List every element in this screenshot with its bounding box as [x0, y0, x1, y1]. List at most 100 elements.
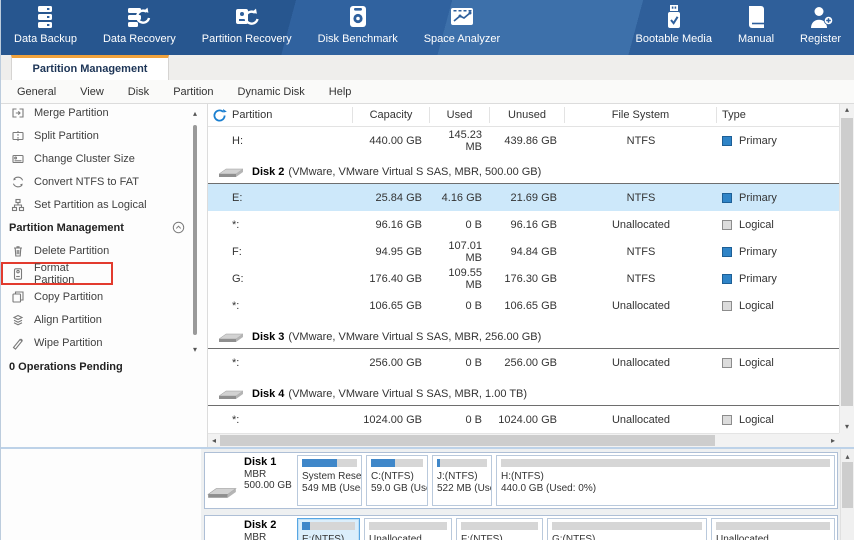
column-header-partition[interactable]: Partition [208, 107, 353, 123]
delete-partition-icon [14, 245, 22, 257]
disk-style: MBR [244, 532, 267, 540]
main-area: Merge Partition Split Partition Change C… [1, 104, 854, 447]
toolbar-item-register[interactable]: Register [787, 0, 854, 45]
column-header-unused[interactable]: Unused [490, 107, 565, 123]
table-row-partition-e-selected[interactable]: E: 25.84 GB 4.16 GB 21.69 GB NTFS Primar… [208, 184, 839, 211]
bottom-left-spacer [1, 449, 201, 540]
usage-bar [716, 522, 830, 530]
partition-block-j[interactable]: J:(NTFS) 522 MB (Usec [432, 455, 492, 506]
merge-partition-icon [12, 107, 24, 118]
partition-block-unallocated-2[interactable]: Unallocated [711, 518, 835, 540]
toolbar-label: Register [800, 33, 841, 45]
logical-type-square [722, 300, 732, 311]
column-header-file-system[interactable]: File System [565, 107, 717, 123]
toolbar-item-partition-recovery[interactable]: Partition Recovery [189, 0, 305, 45]
scroll-down-icon[interactable]: ▾ [189, 345, 201, 355]
partition-block-c[interactable]: C:(NTFS) 59.0 GB (Usec [366, 455, 428, 506]
column-header-capacity[interactable]: Capacity [353, 107, 430, 123]
sidebar-scrollbar-thumb[interactable] [193, 125, 197, 335]
disk-map-row-disk-1[interactable]: Disk 1 MBR 500.00 GB System Reser 549 MB… [204, 452, 838, 509]
partition-recovery-icon [234, 4, 260, 30]
table-row-disk-3[interactable]: Disk 3 (VMware, VMware Virtual S SAS, MB… [208, 319, 839, 349]
partition-table: Partition Capacity Used Unused File Syst… [208, 104, 839, 433]
table-row-partition-unallocated-1[interactable]: *: 96.16 GB 0 B 96.16 GB Unallocated Log… [208, 211, 839, 238]
table-row-disk-2[interactable]: Disk 2 (VMware, VMware Virtual S SAS, MB… [208, 154, 839, 184]
toolbar-item-space-analyzer[interactable]: Space Analyzer [411, 0, 513, 45]
disk-1-partitions: System Reser 549 MB (Usec C:(NTFS) 59.0 … [295, 453, 837, 508]
toolbar-label: Bootable Media [635, 33, 712, 45]
chevron-up-icon[interactable] [172, 221, 185, 234]
partition-block-unallocated-1[interactable]: Unallocated [364, 518, 452, 540]
sidebar-item-label: Align Partition [34, 313, 102, 326]
column-header-type[interactable]: Type [717, 107, 839, 123]
menu-dynamic-disk[interactable]: Dynamic Disk [226, 83, 317, 101]
operations-pending-status: 0 Operations Pending [9, 361, 123, 373]
table-row-partition-unallocated-3[interactable]: *: 256.00 GB 0 B 256.00 GB Unallocated L… [208, 349, 839, 376]
table-horizontal-scrollbar[interactable]: ◂ ▸ [208, 433, 839, 447]
sidebar-item-format-partition[interactable]: Format Partition [1, 262, 113, 286]
sidebar-scrollbar[interactable]: ▴ ▾ [189, 107, 201, 447]
table-row-disk-4[interactable]: Disk 4 (VMware, VMware Virtual S SAS, MB… [208, 376, 839, 406]
toolbar-item-manual[interactable]: Manual [725, 0, 787, 45]
tab-partition-management[interactable]: Partition Management [11, 55, 169, 80]
partition-block-h[interactable]: H:(NTFS) 440.0 GB (Used: 0%) [496, 455, 835, 506]
disk-map-scrollbar[interactable]: ▴ [840, 449, 854, 540]
table-row-partition-unallocated-4[interactable]: *: 1024.00 GB 0 B 1024.00 GB Unallocated… [208, 406, 839, 433]
partition-block-g[interactable]: G:(NTFS) [547, 518, 707, 540]
table-vertical-scrollbar[interactable]: ▴ ▾ [839, 104, 854, 433]
table-row-partition-unallocated-2[interactable]: *: 106.65 GB 0 B 106.65 GB Unallocated L… [208, 292, 839, 319]
partition-block-system-reserved[interactable]: System Reser 549 MB (Usec [297, 455, 362, 506]
primary-type-square [722, 246, 732, 257]
usage-bar [437, 459, 487, 467]
sidebar-item-merge-partition[interactable]: Merge Partition [1, 104, 207, 124]
sidebar-section-partition-management[interactable]: Partition Management [1, 216, 207, 239]
disk-map-row-disk-2[interactable]: Disk 2 MBR E:(NTFS) Unallocated F:(NTFS)… [204, 515, 838, 540]
refresh-icon[interactable] [212, 108, 227, 123]
scroll-left-icon[interactable]: ◂ [208, 434, 220, 447]
scroll-down-icon[interactable]: ▾ [840, 421, 854, 433]
table-row-partition-g[interactable]: G: 176.40 GB 109.55 MB 176.30 GB NTFS Pr… [208, 265, 839, 292]
menu-partition[interactable]: Partition [161, 83, 225, 101]
table-vertical-scrollbar-thumb[interactable] [841, 118, 853, 406]
sidebar-item-label: Set Partition as Logical [34, 198, 147, 211]
scroll-up-icon[interactable]: ▴ [840, 104, 854, 116]
sidebar-item-label: Merge Partition [34, 106, 109, 119]
logical-type-square [722, 414, 732, 425]
disk-map-scrollbar-thumb[interactable] [842, 462, 853, 508]
disk-map-panel: Disk 1 MBR 500.00 GB System Reser 549 MB… [1, 447, 854, 540]
column-header-used[interactable]: Used [430, 107, 490, 123]
usage-bar [302, 522, 355, 530]
toolbar-item-data-recovery[interactable]: Data Recovery [90, 0, 189, 45]
scroll-up-icon[interactable]: ▴ [189, 109, 201, 119]
menu-disk[interactable]: Disk [116, 83, 161, 101]
menu-view[interactable]: View [68, 83, 116, 101]
space-analyzer-icon [449, 4, 475, 30]
partition-block-f[interactable]: F:(NTFS) [456, 518, 543, 540]
menu-general[interactable]: General [5, 83, 68, 101]
manual-icon [743, 4, 769, 30]
logical-type-square [722, 219, 732, 230]
toolbar-item-disk-benchmark[interactable]: Disk Benchmark [305, 0, 411, 45]
sidebar-item-delete-partition[interactable]: Delete Partition [1, 239, 207, 262]
primary-type-square [722, 135, 732, 146]
usage-bar [501, 459, 830, 467]
scroll-right-icon[interactable]: ▸ [827, 434, 839, 447]
partition-block-e-selected[interactable]: E:(NTFS) [297, 518, 360, 540]
sidebar-item-split-partition[interactable]: Split Partition [1, 124, 207, 147]
table-horizontal-scrollbar-thumb[interactable] [220, 435, 715, 446]
usage-bar [371, 459, 423, 467]
sidebar-item-copy-partition[interactable]: Copy Partition [1, 285, 207, 308]
table-row-partition-f[interactable]: F: 94.95 GB 107.01 MB 94.84 GB NTFS Prim… [208, 238, 839, 265]
sidebar-item-wipe-partition[interactable]: Wipe Partition [1, 331, 207, 354]
toolbar-item-data-backup[interactable]: Data Backup [1, 0, 90, 45]
sidebar-item-set-partition-as-logical[interactable]: Set Partition as Logical [1, 193, 207, 216]
table-row-partition-h[interactable]: H: 440.00 GB 145.23 MB 439.86 GB NTFS Pr… [208, 127, 839, 154]
sidebar-item-change-cluster-size[interactable]: Change Cluster Size [1, 147, 207, 170]
sidebar-item-convert-ntfs-to-fat[interactable]: Convert NTFS to FAT [1, 170, 207, 193]
toolbar-item-bootable-media[interactable]: Bootable Media [623, 0, 725, 45]
toolbar-label: Space Analyzer [423, 33, 501, 45]
usage-bar [461, 522, 538, 530]
menu-help[interactable]: Help [317, 83, 364, 101]
disk-name: Disk 1 [244, 456, 277, 468]
sidebar-item-align-partition[interactable]: Align Partition [1, 308, 207, 331]
